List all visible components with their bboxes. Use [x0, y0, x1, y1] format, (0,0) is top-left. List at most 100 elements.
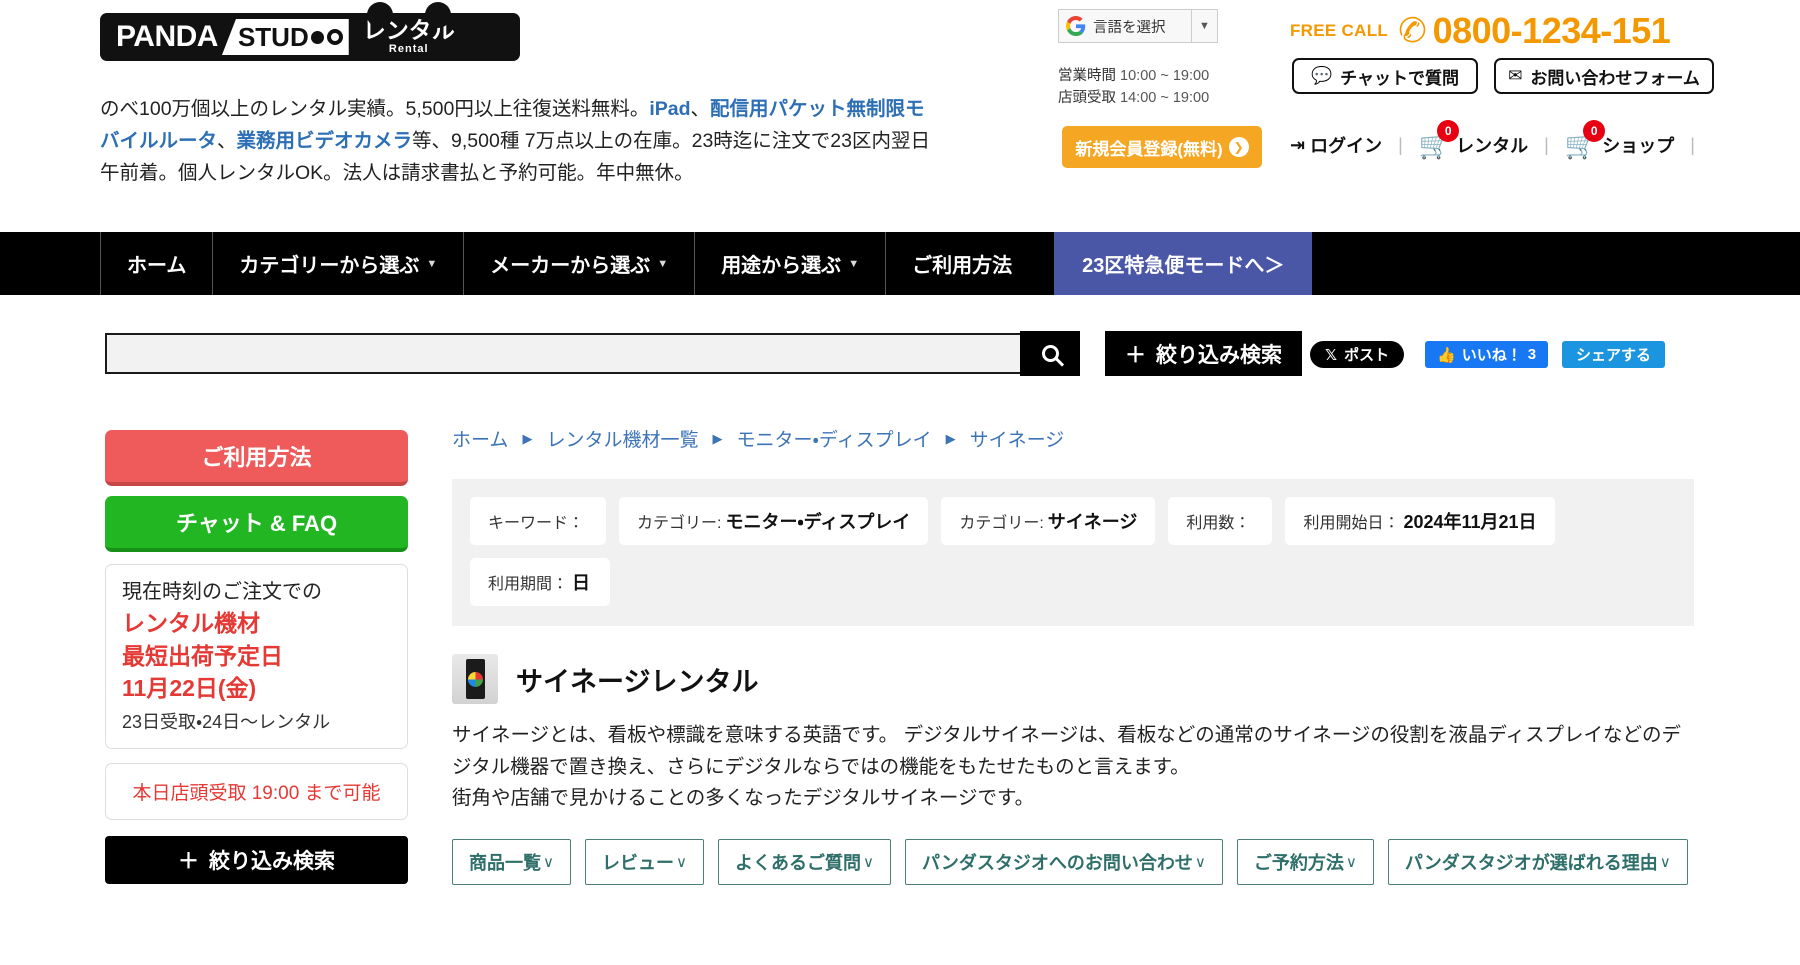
chevron-down-icon: ▼ [426, 257, 438, 270]
plus-icon: ＋ [1125, 343, 1146, 367]
filter-chip-start-date-value: 2024年11月21日 [1403, 512, 1537, 532]
register-button[interactable]: 新規会員登録(無料) ❯ [1062, 126, 1262, 168]
chevron-down-icon: ∨ [675, 853, 687, 871]
tab-why-chosen[interactable]: パンダスタジオが選ばれる理由 ∨ [1387, 838, 1688, 885]
facebook-share-button[interactable]: シェアする [1562, 341, 1666, 368]
account-separator-2: | [1544, 134, 1549, 155]
intro-sep-1: 、 [690, 98, 711, 120]
refine-search-label-top: 絞り込み検索 [1156, 343, 1282, 367]
refine-search-button-sidebar[interactable]: ＋ 絞り込み検索 [105, 835, 408, 884]
facebook-like-button[interactable]: 👍 いいね！ 3 [1425, 341, 1549, 368]
chevron-down-icon: ∨ [1345, 853, 1357, 871]
shipping-line-5: 23日受取・24日〜レンタル [122, 711, 331, 732]
breadcrumb-separator: ▶ [945, 430, 956, 446]
filter-chip-start-date[interactable]: 利用開始日： 2024年11月21日 [1285, 497, 1555, 545]
cart-icon: 🛒 0 [1419, 120, 1460, 158]
breadcrumb-item-home[interactable]: ホーム [452, 425, 508, 452]
breadcrumb-item-signage[interactable]: サイネージ [970, 425, 1065, 452]
refine-search-button-top[interactable]: ＋ 絞り込み検索 [1105, 331, 1302, 376]
chat-bubble-icon: 💬 [1310, 66, 1333, 85]
shop-cart-link[interactable]: 🛒 0 ショップ [1565, 120, 1675, 158]
search-input[interactable] [105, 333, 1025, 374]
business-hours-label: 営業時間 [1058, 68, 1116, 84]
search-submit-button[interactable] [1020, 331, 1080, 376]
chevron-down-icon[interactable]: ▼ [1191, 10, 1217, 42]
shipping-date: 11月22日(金) [122, 675, 257, 702]
logo-rental-sub: Rental [388, 43, 429, 55]
intro-link-ipad[interactable]: iPad [649, 98, 690, 120]
filter-chip-category-1[interactable]: カテゴリー: モニター・ディスプレイ [619, 497, 929, 545]
nav-item-howto-label: ご利用方法 [912, 255, 1013, 277]
sidebar-chat-faq-button[interactable]: チャット & FAQ [105, 496, 408, 552]
filter-chip-keyword[interactable]: キーワード： [470, 497, 607, 545]
tab-reviews[interactable]: レビュー ∨ [584, 838, 704, 885]
tab-reviews-label: レビュー [601, 852, 674, 873]
logo-studio-text: STUD [221, 19, 349, 55]
page-title-row: サイネージレンタル [452, 654, 1702, 704]
intro-paragraph: のべ100万個以上のレンタル実績。5,500円以上往復送料無料。iPad、配信用… [100, 94, 940, 189]
filter-chip-category-1-label: カテゴリー: [637, 515, 722, 532]
nav-item-usage[interactable]: 用途から選ぶ ▼ [694, 232, 885, 295]
pickup-hours-label: 店頭受取 [1058, 89, 1116, 106]
contact-form-button[interactable]: ✉ お問い合わせフォーム [1494, 58, 1714, 94]
logo-panda-text: PANDA [116, 20, 218, 53]
filter-chip-duration-label: 利用期間： [488, 576, 569, 593]
cart-icon: 🛒 0 [1565, 120, 1606, 158]
x-post-button[interactable]: 𝕏 ポスト [1310, 341, 1405, 368]
business-hours-value: 10:00 ~ 19:00 [1120, 68, 1210, 84]
nav-item-usage-label: 用途から選ぶ [721, 255, 842, 277]
nav-item-howto[interactable]: ご利用方法 [885, 232, 1038, 295]
breadcrumb-item-monitor-display[interactable]: モニター・ディスプレイ [736, 425, 931, 452]
chat-question-label: チャットで質問 [1340, 68, 1459, 88]
filter-chip-quantity[interactable]: 利用数： [1168, 497, 1273, 545]
nav-express-mode-button[interactable]: 23区特急便モードへ＞ [1054, 232, 1313, 295]
filter-chip-quantity-label: 利用数： [1186, 515, 1251, 532]
chevron-down-icon: ∨ [1659, 853, 1671, 871]
nav-item-category[interactable]: カテゴリーから選ぶ ▼ [212, 232, 463, 295]
site-header: PANDA STUD レンタル Rental のべ100万個以上のレンタル実績。… [0, 0, 1800, 232]
shop-cart-label: ショップ [1602, 136, 1675, 156]
login-link[interactable]: ⇥ ログイン [1290, 132, 1382, 158]
google-g-icon [1066, 16, 1086, 36]
rental-cart-link[interactable]: 🛒 0 レンタル [1419, 120, 1528, 158]
contact-form-label: お問い合わせフォーム [1530, 68, 1700, 88]
intro-link-videocam[interactable]: 業務用ビデオカメラ [237, 130, 413, 152]
free-call-block[interactable]: FREE CALL ✆ 0800-1234-151 [1290, 9, 1671, 52]
filter-chip-start-date-label: 利用開始日： [1303, 515, 1400, 532]
tab-reservation[interactable]: ご予約方法 ∨ [1236, 838, 1374, 885]
language-select-label: 言語を選択 [1093, 19, 1166, 36]
language-select[interactable]: 言語を選択 ▼ [1058, 9, 1218, 43]
breadcrumb-item-equipment-list[interactable]: レンタル機材一覧 [546, 425, 698, 452]
sidebar-howto-button[interactable]: ご利用方法 [105, 430, 408, 486]
tab-contact[interactable]: パンダスタジオへのお問い合わせ ∨ [904, 838, 1223, 885]
filter-chip-category-2[interactable]: カテゴリー: サイネージ [941, 497, 1156, 545]
intro-sep-2: 、 [217, 129, 237, 152]
nav-item-maker[interactable]: メーカーから選ぶ ▼ [463, 232, 694, 295]
facebook-like-label: いいね！ [1461, 347, 1522, 364]
intro-text-1: のべ100万個以上のレンタル実績。5,500円以上往復送料無料。 [100, 98, 650, 120]
site-logo[interactable]: PANDA STUD レンタル Rental [100, 2, 520, 61]
tab-product-list[interactable]: 商品一覧 ∨ [452, 838, 571, 885]
page-root: PANDA STUD レンタル Rental のべ100万個以上のレンタル実績。… [0, 0, 1800, 965]
shipping-line-3: 最短出荷予定日 [122, 642, 283, 669]
logo-studio-label: STUD [237, 21, 309, 52]
tab-faq[interactable]: よくあるご質問 ∨ [717, 838, 891, 885]
filter-chip-category-2-value: サイネージ [1047, 512, 1138, 532]
signage-display-icon [452, 654, 498, 704]
tab-contact-label: パンダスタジオへのお問い合わせ [921, 852, 1193, 873]
tab-reservation-label: ご予約方法 [1253, 852, 1344, 873]
facebook-like-count: 3 [1527, 346, 1537, 363]
nav-item-home[interactable]: ホーム [100, 232, 212, 295]
page-description: サイネージとは、看板や標識を意味する英語です。 デジタルサイネージは、看板などの… [452, 720, 1697, 815]
facebook-share-label: シェアする [1576, 347, 1652, 364]
chat-question-button[interactable]: 💬 チャットで質問 [1292, 58, 1478, 94]
search-icon [1041, 345, 1059, 362]
page-description-paragraph-2: 街角や店舗で見かけることの多くなったデジタルサイネージです。 [452, 787, 1035, 810]
nav-item-home-label: ホーム [127, 255, 187, 277]
filter-chip-duration[interactable]: 利用期間： 日 [470, 558, 610, 606]
main-content: ホーム ▶ レンタル機材一覧 ▶ モニター・ディスプレイ ▶ サイネージ キーワ… [452, 425, 1702, 885]
pickup-hours-row: 店頭受取 14:00 ~ 19:00 [1058, 88, 1209, 110]
chevron-down-icon: ∨ [543, 853, 554, 871]
shipping-line-1: 現在時刻のご注文での [122, 581, 322, 603]
chevron-down-icon: ▼ [848, 257, 860, 270]
